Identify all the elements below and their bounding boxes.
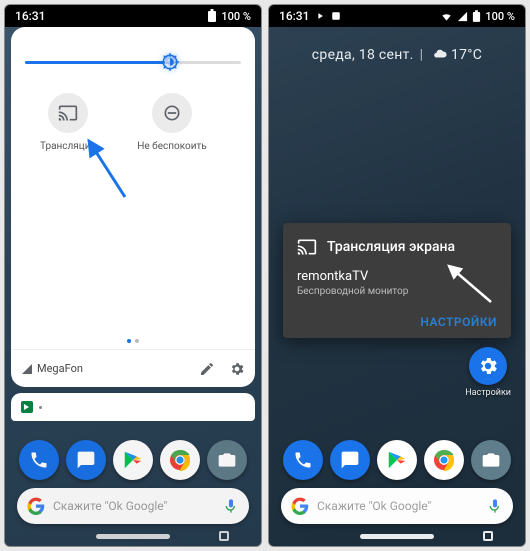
playstore-app-icon[interactable]	[113, 440, 153, 480]
search-bar[interactable]: Скажите "Ok Google"	[281, 488, 513, 524]
playstore-app-icon[interactable]	[377, 440, 417, 480]
settings-shortcut-label: Настройки	[465, 388, 511, 398]
search-hint: Скажите "Ok Google"	[53, 499, 215, 513]
nav-bar	[5, 526, 261, 546]
cast-icon	[58, 103, 78, 123]
search-hint: Скажите "Ok Google"	[317, 499, 479, 513]
cast-tile[interactable]: Трансляция	[33, 93, 103, 152]
phone-app-icon[interactable]	[283, 440, 323, 480]
gallery-badge-icon	[331, 11, 341, 21]
signal-icon	[21, 363, 33, 375]
recent-button[interactable]	[483, 531, 493, 541]
date-widget[interactable]: среда, 18 сент.| 17°C	[269, 47, 525, 63]
home-pill[interactable]	[360, 534, 434, 539]
brightness-slider[interactable]	[25, 51, 241, 75]
dock	[269, 440, 525, 480]
camera-app-icon[interactable]	[471, 440, 511, 480]
status-time: 16:31	[15, 9, 45, 23]
play-notification-icon	[21, 401, 33, 413]
device-subtitle: Беспроводной монитор	[297, 286, 497, 297]
status-bar: 16:31 100 %	[269, 5, 525, 27]
battery-percent: 100 %	[485, 10, 515, 23]
settings-icon[interactable]	[229, 361, 245, 377]
nav-bar	[269, 526, 525, 546]
device-name: remontkaTV	[297, 269, 497, 284]
status-time: 16:31	[279, 9, 309, 23]
carrier-label: MegaFon	[21, 362, 83, 375]
dock	[5, 440, 261, 480]
brightness-thumb-icon[interactable]	[161, 53, 179, 71]
dnd-tile-label: Не беспокоить	[137, 141, 206, 152]
quick-settings-panel: Трансляция Не беспокоить MegaFon	[11, 27, 255, 387]
google-g-icon	[27, 497, 45, 515]
dnd-icon	[162, 103, 182, 123]
notif-dot-icon	[39, 406, 42, 409]
status-bar: 16:31 100 %	[5, 5, 261, 27]
chrome-app-icon[interactable]	[160, 440, 200, 480]
messages-app-icon[interactable]	[66, 440, 106, 480]
home-pill[interactable]	[96, 534, 170, 539]
cast-icon	[297, 237, 317, 257]
dnd-tile[interactable]: Не беспокоить	[137, 93, 207, 152]
phone-left: 16:31 100 % Скажите "Ok Google"	[4, 4, 262, 547]
play-badge-icon	[315, 11, 325, 21]
wifi-icon	[440, 11, 453, 22]
google-g-icon	[291, 497, 309, 515]
settings-shortcut[interactable]: Настройки	[465, 347, 511, 398]
chrome-app-icon[interactable]	[424, 440, 464, 480]
mic-icon[interactable]	[487, 498, 503, 514]
search-bar[interactable]: Скажите "Ok Google"	[17, 488, 249, 524]
signal-icon	[457, 11, 468, 22]
dialog-settings-button[interactable]: НАСТРОЙКИ	[420, 315, 497, 329]
battery-percent: 100 %	[221, 10, 251, 23]
notification-bar[interactable]	[11, 393, 255, 421]
battery-icon	[207, 9, 217, 23]
cast-tile-label: Трансляция	[40, 141, 96, 152]
edit-icon[interactable]	[199, 361, 215, 377]
cast-device-item[interactable]: remontkaTV Беспроводной монитор	[297, 269, 497, 299]
phone-right: 16:31 100 % среда, 18 сент.| 17°C Трансл…	[268, 4, 526, 547]
recent-button[interactable]	[219, 531, 229, 541]
weather-icon	[433, 47, 447, 61]
camera-app-icon[interactable]	[207, 440, 247, 480]
qs-footer: MegaFon	[11, 349, 255, 387]
gear-icon	[477, 355, 499, 377]
cast-dialog: Трансляция экрана remontkaTV Беспроводно…	[283, 223, 511, 338]
wallpaper: среда, 18 сент.| 17°C Трансляция экрана …	[269, 27, 525, 546]
messages-app-icon[interactable]	[330, 440, 370, 480]
battery-icon	[472, 10, 481, 23]
dialog-title: Трансляция экрана	[327, 239, 455, 255]
page-indicator	[11, 339, 255, 343]
mic-icon[interactable]	[223, 498, 239, 514]
phone-app-icon[interactable]	[19, 440, 59, 480]
